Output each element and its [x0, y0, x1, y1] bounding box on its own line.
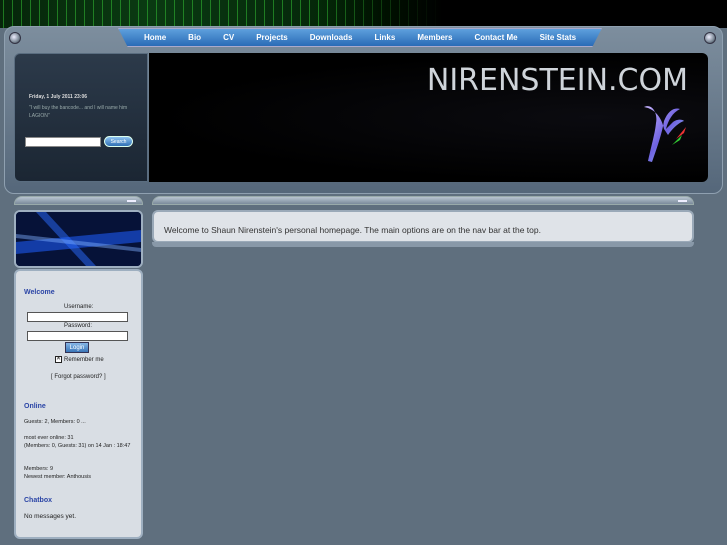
nav-contact-me[interactable]: Contact Me — [463, 33, 528, 42]
welcome-message: Welcome to Shaun Nirenstein's personal h… — [164, 225, 541, 235]
banner-fade — [320, 0, 727, 28]
site-logo-icon — [644, 106, 686, 162]
remember-me-checkbox[interactable]: ✕ — [55, 356, 62, 363]
chatbox-heading: Chatbox — [24, 497, 52, 504]
search-button[interactable]: Search — [104, 136, 133, 147]
nav-home[interactable]: Home — [133, 33, 177, 42]
nav-site-stats[interactable]: Site Stats — [529, 33, 587, 42]
password-field[interactable] — [27, 331, 128, 341]
nav-cv[interactable]: CV — [212, 33, 245, 42]
header-info-panel: Friday, 1 July 2011 23:06 "I will buy th… — [14, 53, 148, 182]
date-text: Friday, 1 July 2011 23:06 — [29, 94, 88, 100]
nav-bio[interactable]: Bio — [177, 33, 212, 42]
members-count: Members: 9 — [24, 466, 54, 472]
nav-links[interactable]: Links — [363, 33, 406, 42]
main-nav: Home Bio CV Projects Downloads Links Mem… — [118, 28, 602, 47]
screw-icon — [9, 32, 21, 44]
remember-me-label: Remember me — [64, 357, 104, 363]
side-banner-image — [14, 210, 143, 268]
online-heading: Online — [24, 403, 46, 410]
main-content: Welcome to Shaun Nirenstein's personal h… — [152, 210, 694, 243]
chatbox-message: No messages yet. — [24, 513, 77, 520]
username-label: Username: — [64, 304, 94, 310]
quote-text: "I will buy the bancode... and I will na… — [29, 105, 128, 119]
nav-downloads[interactable]: Downloads — [299, 33, 364, 42]
header-banner: NIRENSTEIN.COM — [149, 53, 708, 182]
forgot-password-link[interactable]: [ Forgot password? ] — [51, 374, 106, 380]
main-tab — [152, 196, 694, 205]
newest-member: Newest member: Anthousis — [24, 474, 91, 480]
most-ever-detail: (Members: 0, Guests: 31) on 14 Jan : 18:… — [24, 443, 131, 449]
search-input[interactable] — [25, 137, 101, 147]
welcome-heading: Welcome — [24, 289, 55, 296]
login-button[interactable]: Login — [65, 342, 89, 353]
side-tab — [14, 196, 143, 205]
nav-projects[interactable]: Projects — [245, 33, 299, 42]
login-panel: Welcome Username: Password: Login ✕ Reme… — [14, 269, 143, 539]
main-content-footer — [152, 242, 694, 247]
nav-members[interactable]: Members — [406, 33, 463, 42]
most-ever-online: most ever online: 31 — [24, 435, 74, 441]
screw-icon — [704, 32, 716, 44]
online-counts: Guests: 2, Members: 0 ... — [24, 419, 86, 425]
username-field[interactable] — [27, 312, 128, 322]
password-label: Password: — [64, 323, 93, 329]
site-title: NIRENSTEIN.COM — [426, 63, 688, 98]
